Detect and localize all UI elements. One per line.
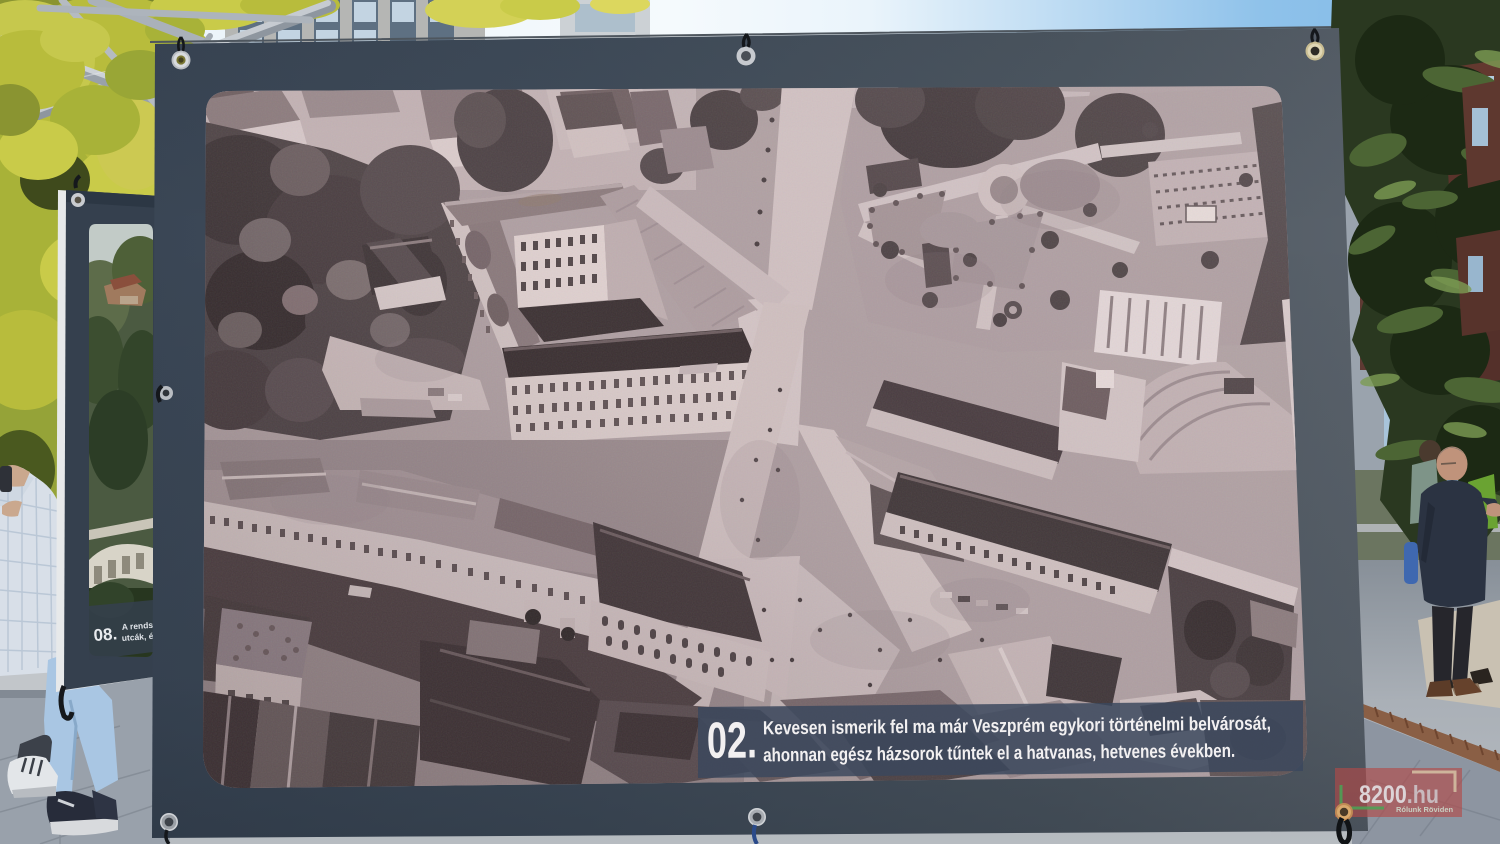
svg-text:02.: 02. (707, 711, 758, 768)
svg-text:Rólunk Röviden: Rólunk Röviden (1396, 805, 1454, 814)
svg-text:08.: 08. (93, 624, 118, 645)
